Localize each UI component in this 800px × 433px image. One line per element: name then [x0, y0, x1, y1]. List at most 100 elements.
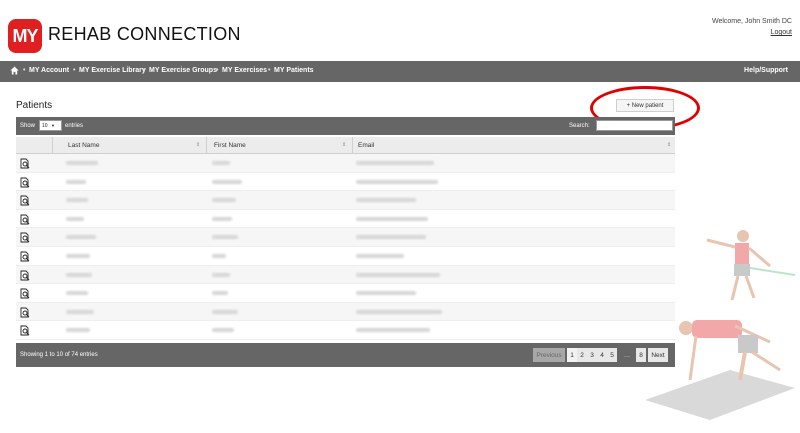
edit-patient-icon[interactable] [20, 270, 30, 281]
cell-email [356, 291, 416, 296]
logo-mark-text: MY [12, 25, 39, 46]
page-size-value: 10 [42, 123, 48, 129]
exercise-illustration [645, 230, 796, 420]
nav-item-my-exercises[interactable]: MY Exercises [222, 67, 267, 74]
column-divider [352, 137, 353, 154]
table-footer: Showing 1 to 10 of 74 entries Previous 1… [16, 343, 675, 367]
column-first-name[interactable]: First Name [214, 142, 246, 149]
nav-item-my-account[interactable]: MY Account [29, 67, 69, 74]
pagination-page-4[interactable]: 4 [597, 348, 607, 362]
cell-email [356, 253, 404, 258]
edit-patient-icon[interactable] [20, 288, 30, 299]
column-last-name[interactable]: Last Name [68, 142, 99, 149]
nav-separator: • [73, 67, 76, 74]
pagination-page-2[interactable]: 2 [577, 348, 587, 362]
cell-email [356, 198, 416, 203]
cell-first-name [212, 161, 230, 165]
table-row[interactable] [16, 228, 675, 247]
table-row[interactable] [16, 321, 675, 340]
welcome-text: Welcome, John Smith DC [711, 18, 792, 25]
cell-last-name [66, 272, 92, 277]
cell-email [356, 161, 434, 165]
cell-first-name [212, 235, 238, 240]
table-row[interactable] [16, 154, 675, 173]
page: MY REHAB CONNECTION Welcome, John Smith … [0, 0, 800, 433]
nav-separator: • [268, 67, 271, 74]
cell-last-name [66, 309, 94, 314]
column-divider [206, 137, 207, 154]
edit-patient-icon[interactable] [20, 232, 30, 243]
cell-email [356, 216, 428, 221]
pagination-ellipsis: … [623, 351, 631, 359]
nav-item-my-exercise-library[interactable]: MY Exercise Library [79, 67, 146, 74]
help-support-link[interactable]: Help/Support [744, 67, 788, 74]
page-title: Patients [16, 100, 53, 111]
search-input[interactable] [596, 120, 673, 131]
table-row[interactable] [16, 247, 675, 266]
pagination-page-1[interactable]: 1 [567, 348, 577, 362]
table-row[interactable] [16, 284, 675, 303]
cell-email [356, 309, 442, 314]
home-icon[interactable] [10, 66, 19, 75]
main-nav: • MY Account • MY Exercise Library • MY … [0, 61, 800, 82]
nav-item-my-exercise-groups[interactable]: MY Exercise Groups [149, 67, 217, 74]
nav-item-my-patients[interactable]: MY Patients [274, 67, 314, 74]
logout-link[interactable]: Logout [771, 29, 792, 36]
edit-patient-icon[interactable] [20, 214, 30, 225]
edit-patient-icon[interactable] [20, 325, 30, 336]
cell-first-name [212, 179, 242, 184]
cell-last-name [66, 161, 98, 165]
entries-label: entries [65, 123, 84, 129]
pagination-page-3[interactable]: 3 [587, 348, 597, 362]
page-size-select[interactable]: 10 ▼ [39, 120, 62, 131]
cell-first-name [212, 309, 238, 314]
sort-icon[interactable]: ⇕ [667, 142, 671, 148]
table-row[interactable] [16, 173, 675, 192]
cell-last-name [66, 291, 88, 296]
edit-patient-icon[interactable] [20, 158, 30, 169]
cell-first-name [212, 216, 232, 221]
cell-last-name [66, 179, 86, 184]
edit-patient-icon[interactable] [20, 251, 30, 262]
table-controls: Show 10 ▼ entries Search: [16, 117, 675, 135]
cell-first-name [212, 272, 230, 277]
edit-patient-icon[interactable] [20, 195, 30, 206]
column-divider [52, 137, 53, 154]
cell-first-name [212, 291, 228, 296]
cell-email [356, 272, 440, 277]
nav-separator: • [23, 67, 26, 74]
nav-separator: • [143, 67, 146, 74]
logo-text[interactable]: REHAB CONNECTION [48, 24, 241, 45]
nav-separator: • [216, 67, 219, 74]
cell-email [356, 179, 438, 184]
cell-email [356, 328, 430, 333]
table-header: Last Name ⇕ First Name ⇕ Email ⇕ [16, 137, 675, 154]
chevron-down-icon: ▼ [50, 123, 55, 128]
edit-patient-icon[interactable] [20, 307, 30, 318]
entries-info: Showing 1 to 10 of 74 entries [20, 352, 98, 358]
edit-patient-icon[interactable] [20, 177, 30, 188]
cell-last-name [66, 198, 88, 203]
cell-last-name [66, 216, 84, 221]
table-row[interactable] [16, 210, 675, 229]
patients-table: Last Name ⇕ First Name ⇕ Email ⇕ [16, 137, 675, 340]
table-body [16, 154, 675, 340]
pagination-previous[interactable]: Previous [533, 348, 565, 362]
table-row[interactable] [16, 191, 675, 210]
sort-icon[interactable]: ⇕ [196, 142, 200, 148]
cell-email [356, 235, 426, 240]
cell-first-name [212, 253, 226, 258]
pagination-page-5[interactable]: 5 [607, 348, 617, 362]
logo-mark[interactable]: MY [8, 19, 42, 53]
cell-first-name [212, 198, 236, 203]
sort-icon[interactable]: ⇕ [342, 142, 346, 148]
show-label: Show [20, 123, 36, 129]
column-email[interactable]: Email [358, 142, 374, 149]
table-row[interactable] [16, 265, 675, 285]
cell-last-name [66, 235, 96, 240]
table-row[interactable] [16, 302, 675, 322]
cell-last-name [66, 328, 90, 333]
search-label: Search: [569, 123, 590, 129]
header: MY REHAB CONNECTION Welcome, John Smith … [0, 0, 800, 60]
cell-first-name [212, 328, 234, 333]
